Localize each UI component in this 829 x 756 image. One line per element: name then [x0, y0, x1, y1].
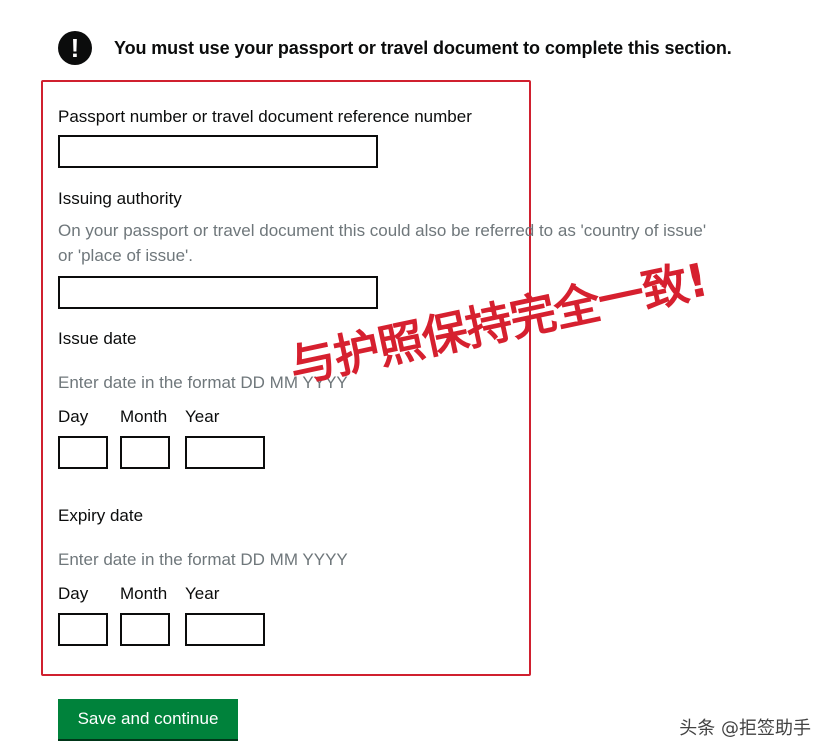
issue-year-input[interactable]: [185, 436, 265, 469]
passport-number-input[interactable]: [58, 135, 378, 168]
issuing-authority-label: Issuing authority: [58, 189, 182, 208]
expiry-day-input[interactable]: [58, 613, 108, 646]
issuing-authority-input[interactable]: [58, 276, 378, 309]
expiry-date-hint: Enter date in the format DD MM YYYY: [58, 550, 348, 569]
save-and-continue-button[interactable]: Save and continue: [58, 699, 238, 739]
issue-date-label: Issue date: [58, 329, 137, 348]
expiry-month-label: Month: [120, 584, 168, 603]
expiry-year-input[interactable]: [185, 613, 265, 646]
warning-banner: ! You must use your passport or travel d…: [58, 31, 732, 65]
issue-day-label: Day: [58, 407, 89, 426]
issue-month-label: Month: [120, 407, 168, 426]
warning-text: You must use your passport or travel doc…: [114, 37, 732, 58]
expiry-year-label: Year: [185, 584, 220, 603]
expiry-month-input[interactable]: [120, 613, 170, 646]
exclamation-icon: !: [58, 31, 92, 65]
issue-month-input[interactable]: [120, 436, 170, 469]
expiry-day-label: Day: [58, 584, 89, 603]
issue-day-input[interactable]: [58, 436, 108, 469]
issue-year-label: Year: [185, 407, 220, 426]
expiry-date-label: Expiry date: [58, 506, 144, 525]
watermark: 头条 @拒签助手: [679, 718, 811, 739]
passport-number-label: Passport number or travel document refer…: [58, 107, 472, 126]
